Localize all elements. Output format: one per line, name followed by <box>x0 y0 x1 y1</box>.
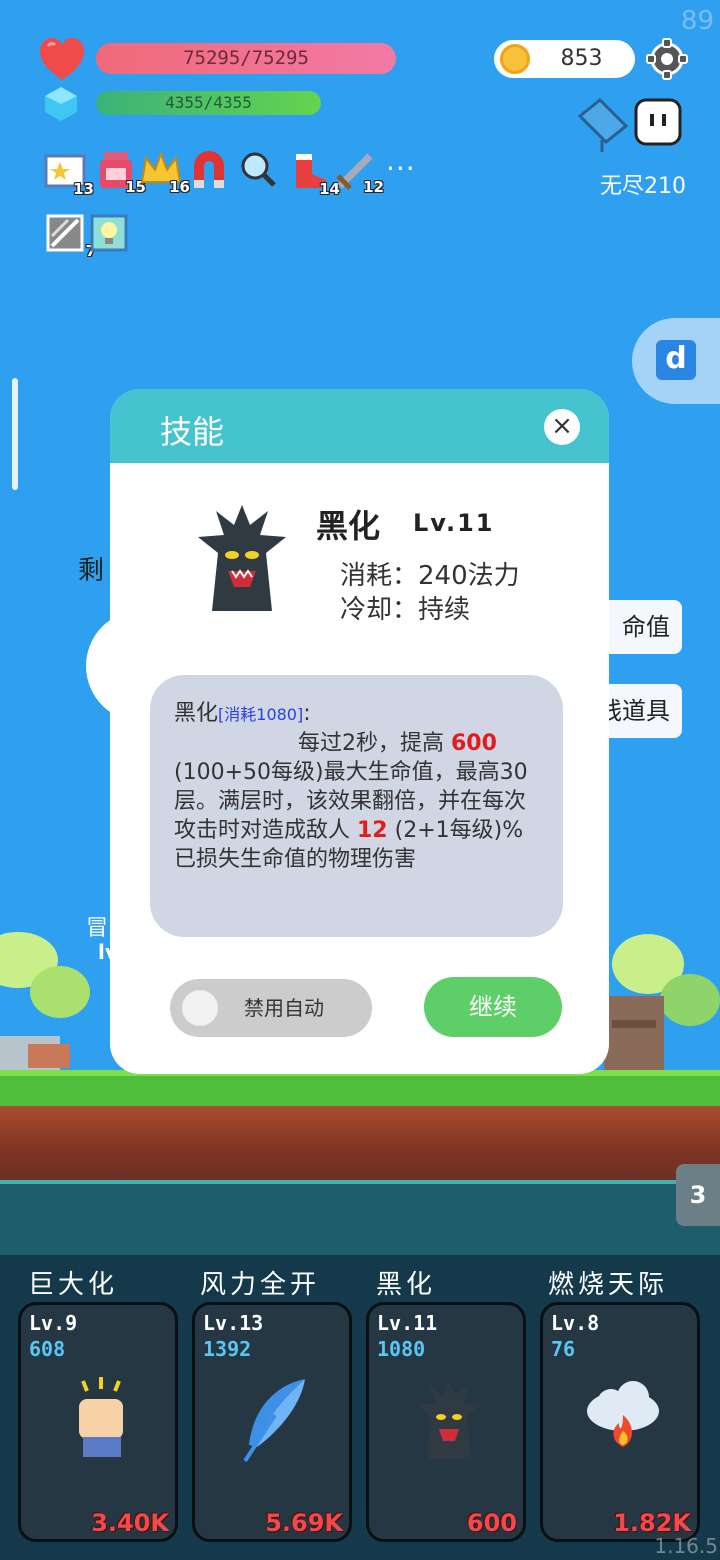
crown-icon[interactable]: 16 <box>140 150 190 196</box>
fps-counter: 89 <box>680 6 714 36</box>
skill-card-giant[interactable]: Lv.9 608 3.40K <box>18 1302 178 1542</box>
item-count: 12 <box>363 178 384 196</box>
star-card-icon[interactable]: 13 <box>44 152 94 198</box>
potion-jar-icon[interactable]: 15 <box>96 150 146 196</box>
mp-bar: 4355/4355 <box>96 91 321 115</box>
fist-icon <box>79 1377 123 1457</box>
magnifier-icon[interactable] <box>238 150 280 190</box>
continue-button[interactable]: 继续 <box>424 977 562 1037</box>
endless-mode-icon[interactable] <box>576 94 686 154</box>
skill-level: Lv.13 <box>203 1311 264 1335</box>
skill-cooldown-line: 冷却：持续 <box>340 595 471 625</box>
ground-dirt <box>0 1106 720 1182</box>
desc-text-1: 每过2秒，提高 <box>298 731 451 756</box>
skill-damage: 5.69K <box>265 1509 343 1537</box>
water-strip <box>0 1180 720 1260</box>
skill-cost: 1080 <box>377 1337 426 1361</box>
version-label: 1.16.5 <box>654 1534 718 1558</box>
skill-damage: 600 <box>466 1509 517 1537</box>
close-button[interactable]: × <box>544 409 580 445</box>
hp-bar: 75295/75295 <box>96 43 396 74</box>
mana-gem-icon <box>45 87 77 121</box>
skill-dialog: 技能 × 黑化 Lv.11 消耗：240法力 冷却：持续 黑化[消耗1080]:… <box>110 389 609 1074</box>
desc-colon: : <box>303 701 311 726</box>
heart-icon <box>40 38 84 80</box>
skill-title: 黑化 <box>316 507 381 545</box>
skill-damage: 1.82K <box>613 1509 691 1537</box>
desc-value-2: 12 <box>357 818 388 843</box>
skill-name: 燃烧天际 <box>548 1270 669 1300</box>
lightbulb-icon[interactable] <box>90 214 132 254</box>
sword-icon[interactable]: 12 <box>334 150 384 196</box>
skill-name: 巨大化 <box>28 1270 119 1300</box>
boot-icon[interactable]: 14 <box>290 152 340 198</box>
slash-card-icon[interactable]: 7 <box>46 214 96 260</box>
skill-level: Lv.11 <box>413 509 495 537</box>
music-note-icon: d <box>656 340 696 380</box>
skill-damage: 3.40K <box>91 1509 169 1537</box>
wave-tab[interactable]: 3 <box>676 1164 720 1226</box>
toggle-label: 禁用自动 <box>244 996 324 1020</box>
ground-grass <box>0 1070 720 1106</box>
skill-name: 风力全开 <box>200 1270 321 1300</box>
desc-value-1: 600 <box>451 731 497 756</box>
skill-cost: 76 <box>551 1337 576 1361</box>
skill-description: 黑化[消耗1080]: 每过2秒，提高 600 (100+50每级)最大生命值，… <box>150 675 563 937</box>
desc-skill-name: 黑化 <box>174 701 219 726</box>
skill-cost-line: 消耗：240法力 <box>340 561 520 591</box>
settings-gear-icon[interactable] <box>646 38 688 80</box>
skill-level: Lv.11 <box>377 1311 438 1335</box>
gold-value: 853 <box>560 46 603 71</box>
skill-level: Lv.9 <box>29 1311 78 1335</box>
skill-card-burning-sky[interactable]: Lv.8 76 1.82K <box>540 1302 700 1542</box>
magnet-icon[interactable] <box>188 148 230 188</box>
dark-tree-icon <box>417 1381 481 1459</box>
skill-name: 黑化 <box>376 1270 437 1300</box>
desc-cost-tag: [消耗1080] <box>218 705 304 724</box>
item-count: 13 <box>73 180 94 198</box>
dark-tree-icon <box>198 505 286 611</box>
coin-icon <box>500 44 530 74</box>
endless-mode-label: 无尽210 <box>600 174 686 199</box>
skill-cost: 1392 <box>203 1337 252 1361</box>
left-scrollbar[interactable] <box>12 378 18 490</box>
skill-card-wind[interactable]: Lv.13 1392 5.69K <box>192 1302 352 1542</box>
disable-auto-toggle[interactable]: 禁用自动 <box>170 979 372 1037</box>
side-menu-button[interactable]: d <box>632 318 720 404</box>
dialog-header: 技能 × <box>110 389 609 463</box>
toggle-knob <box>182 990 218 1026</box>
dialog-title: 技能 <box>160 413 225 451</box>
more-items-button[interactable]: ··· <box>386 152 416 185</box>
fire-cloud-icon <box>587 1381 659 1447</box>
skill-level: Lv.8 <box>551 1311 600 1335</box>
skill-card-darken[interactable]: Lv.11 1080 600 <box>366 1302 526 1542</box>
item-count: 16 <box>169 178 190 196</box>
feather-icon <box>243 1379 305 1463</box>
background-label: 剩 <box>78 556 105 586</box>
skill-cost: 608 <box>29 1337 66 1361</box>
gold-counter[interactable]: 853 <box>494 40 635 78</box>
